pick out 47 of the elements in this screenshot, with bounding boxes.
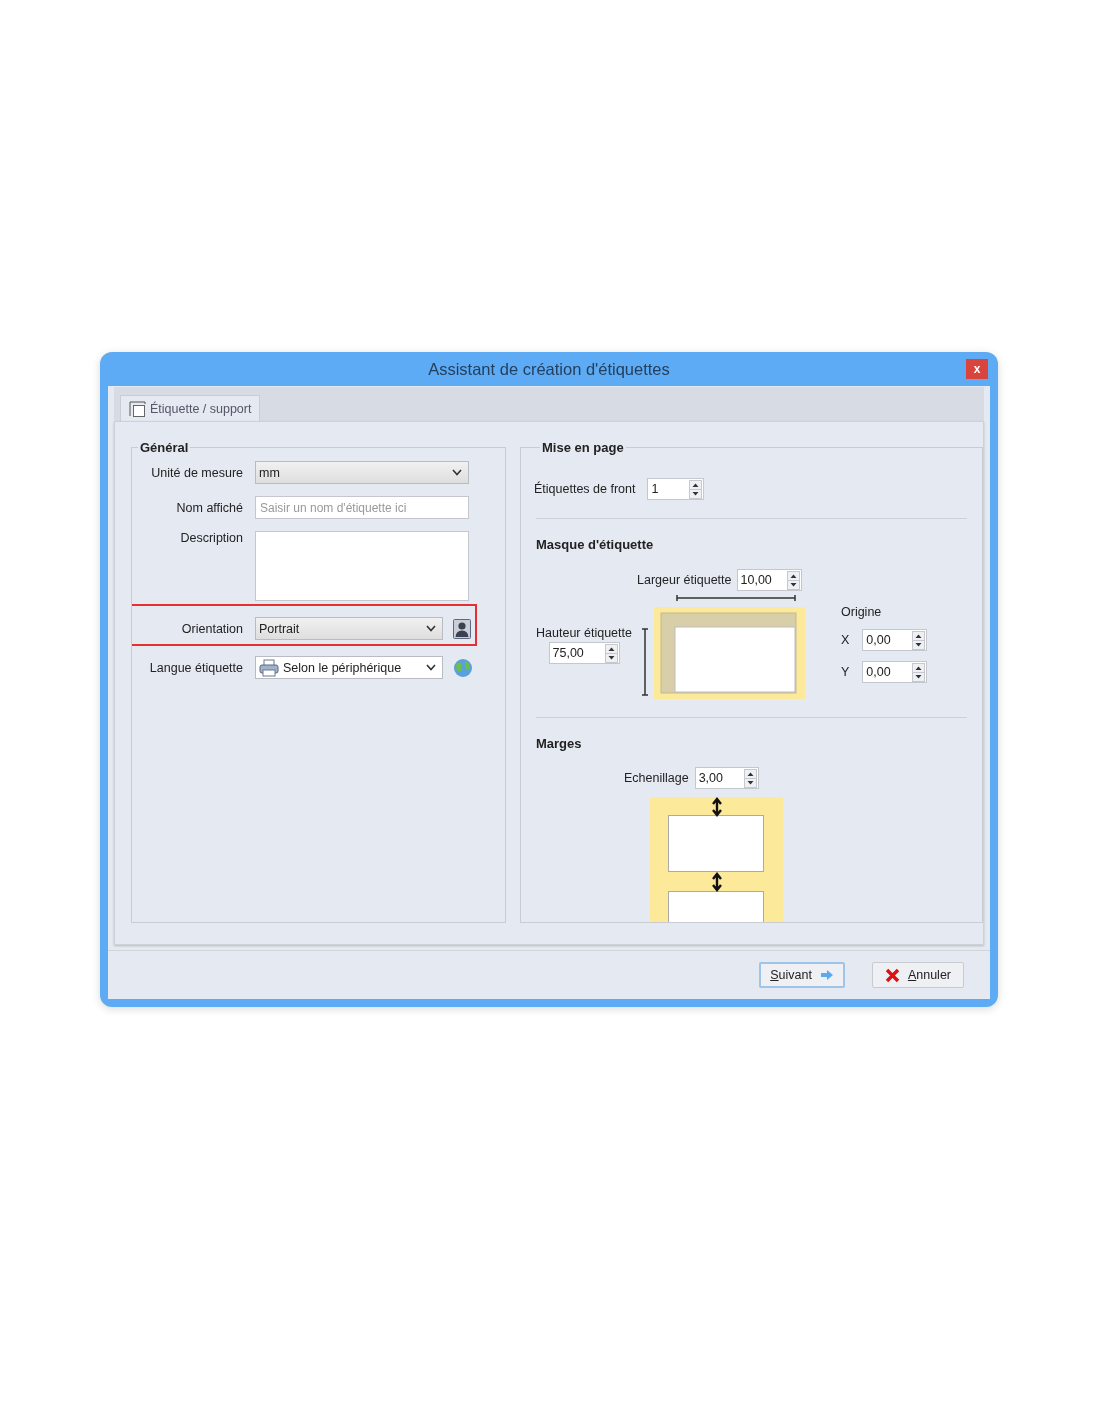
spin-buttons[interactable] (604, 643, 618, 663)
spin-buttons[interactable] (743, 768, 757, 788)
text-field[interactable]: Saisir un nom d'étiquette ici (255, 496, 469, 519)
dropdown[interactable]: Portrait (255, 617, 443, 640)
dropdown[interactable]: Selon le périphérique (255, 656, 443, 679)
dropdown-caret-icon (426, 664, 436, 671)
tab[interactable]: Étiquette / support (120, 395, 261, 421)
field-label: Langue étiquette (148, 660, 243, 675)
field-label: Unité de mesure (150, 465, 243, 480)
group-title: Général (139, 441, 190, 455)
field-label: Orientation (180, 621, 243, 636)
number-field[interactable]: 75,00 (548, 642, 620, 664)
cancel-button[interactable]: Annuler (871, 962, 964, 988)
person-icon[interactable] (453, 618, 471, 639)
field-label: Largeur étiquette (637, 573, 732, 587)
field-label: Étiquettes de front (534, 482, 636, 496)
field-label: Hauteur étiquette (536, 626, 632, 640)
section-title: Masque d'étiquette (536, 537, 655, 552)
number-field[interactable]: 0,00 (862, 629, 928, 651)
spin-buttons[interactable] (786, 570, 800, 590)
field-label: Echenillage (624, 771, 689, 785)
height-ruler-icon (641, 628, 649, 696)
number-field[interactable]: 3,00 (694, 767, 759, 789)
next-button[interactable]: Suivant (759, 962, 845, 988)
field-label: Y (841, 665, 850, 679)
right-arrow-icon (819, 969, 834, 981)
number-field[interactable]: 1 (647, 478, 705, 500)
window-title: Assistant de création d'étiquettes (428, 359, 670, 379)
spin-buttons[interactable] (689, 479, 703, 499)
field-label: Description (179, 531, 243, 545)
cross-icon (884, 967, 900, 983)
section-title: Marges (536, 736, 583, 751)
width-ruler-icon (676, 594, 796, 602)
field-label: Origine (841, 605, 882, 619)
printer-icon (259, 658, 279, 677)
number-field[interactable]: 10,00 (736, 569, 802, 591)
label-sheet-icon (129, 400, 147, 417)
spin-buttons[interactable] (912, 662, 926, 682)
field-label: X (841, 633, 850, 647)
dropdown-caret-icon (426, 625, 436, 632)
close-button[interactable]: x (966, 359, 988, 379)
group-title: Mise en page (541, 441, 625, 455)
dropdown-caret-icon (452, 469, 462, 476)
number-field[interactable]: 0,00 (862, 661, 928, 683)
dropdown[interactable]: mm (255, 461, 469, 484)
field-label: Nom affiché (175, 500, 243, 515)
spin-buttons[interactable] (912, 630, 926, 650)
